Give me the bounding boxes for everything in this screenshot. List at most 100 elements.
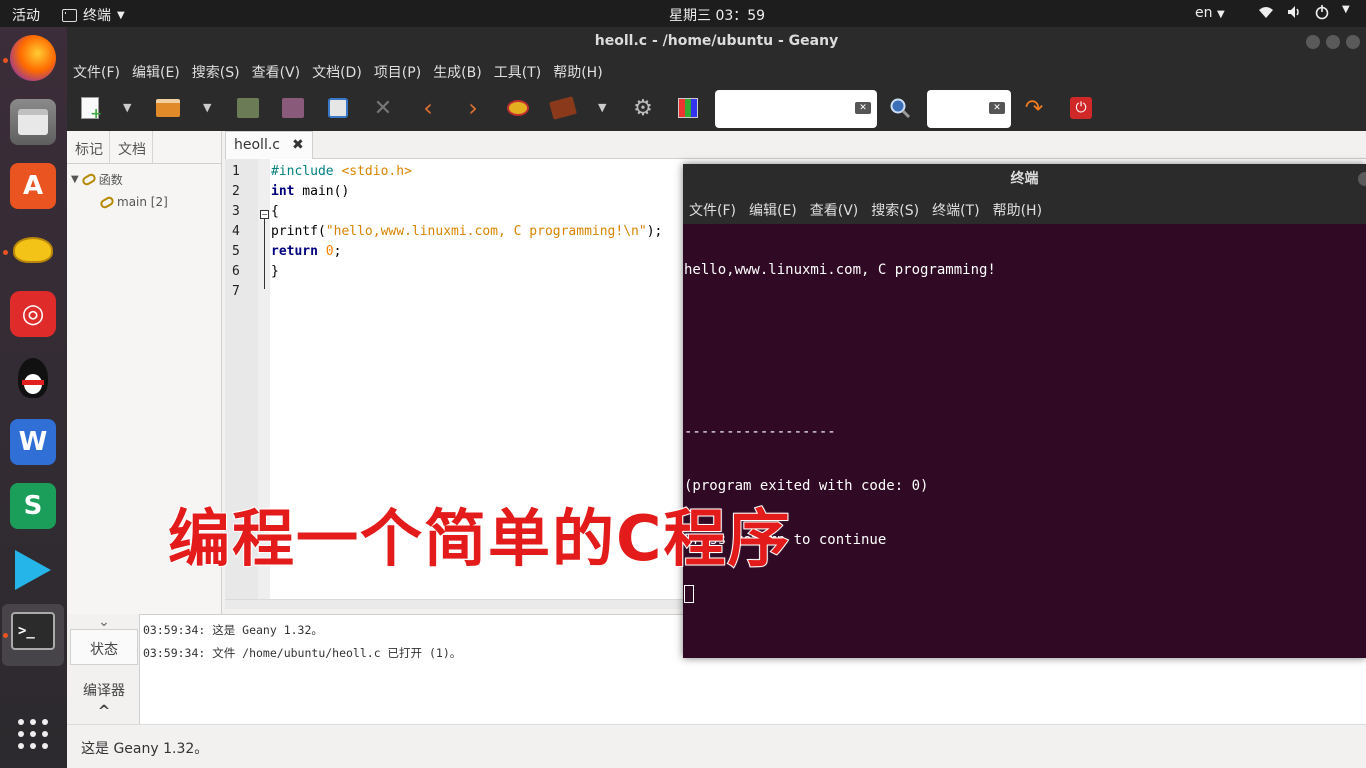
save-icon[interactable] [235, 95, 261, 121]
revert-icon[interactable] [325, 95, 351, 121]
fold-marker-icon[interactable]: − [260, 210, 269, 219]
wps-writer-icon[interactable]: W [10, 419, 56, 465]
tab-heoll-c[interactable]: heoll.c ✖ [225, 131, 313, 159]
terminal-window[interactable]: 终端 文件(F) 编辑(E) 查看(V) 搜索(S) 终端(T) 帮助(H) h… [683, 164, 1366, 658]
close-icon[interactable]: ✖ [292, 137, 304, 154]
code-token: { [271, 204, 279, 219]
forward-arrow-icon[interactable]: › [460, 94, 486, 122]
line-number: 7 [232, 284, 240, 299]
tab-symbols[interactable]: 标记 [67, 131, 110, 163]
qq-penguin-icon[interactable] [10, 355, 56, 401]
menu-file[interactable]: 文件(F) [689, 200, 736, 220]
terminal-line: ------------------ [684, 424, 836, 440]
menu-project[interactable]: 项目(P) [374, 62, 421, 82]
minimize-button[interactable] [1306, 35, 1320, 49]
terminal-output[interactable]: hello,www.linuxmi.com, C programming! --… [684, 225, 1366, 658]
open-file-icon[interactable] [155, 95, 181, 121]
search-input[interactable]: ✕ [715, 90, 877, 128]
wps-spreadsheets-icon[interactable]: S [10, 483, 56, 529]
chevron-down-icon: ▼ [1216, 9, 1225, 20]
firefox-icon[interactable] [10, 35, 56, 81]
menu-build[interactable]: 生成(B) [433, 62, 482, 82]
tab-compiler[interactable]: 编译器 [70, 672, 138, 700]
menu-edit[interactable]: 编辑(E) [749, 200, 797, 220]
code-line-4: printf("hello,www.linuxmi.com, C program… [271, 224, 662, 239]
menu-terminal[interactable]: 终端(T) [932, 200, 979, 220]
chevron-down-icon[interactable]: ⌄ [70, 614, 138, 630]
tab-status[interactable]: 状态 [70, 629, 138, 665]
netease-music-icon[interactable]: ◎ [10, 291, 56, 337]
chevron-down-icon[interactable]: ▼ [598, 101, 606, 114]
code-line-2: int main() [271, 184, 349, 199]
chevron-down-icon: ▼ [1342, 4, 1350, 15]
close-file-icon[interactable]: ✕ [370, 95, 396, 121]
tree-item-functions[interactable]: ▼ 函数 [71, 171, 123, 188]
function-symbol-icon [80, 172, 98, 187]
terminal-title: 终端 [1010, 171, 1039, 187]
software-store-icon[interactable]: A [10, 163, 56, 209]
close-button[interactable] [1346, 35, 1360, 49]
tree-item-label: main [2] [117, 195, 168, 209]
menu-view[interactable]: 查看(V) [810, 200, 859, 220]
running-indicator [3, 250, 8, 255]
close-button[interactable] [1358, 172, 1366, 186]
video-play-icon[interactable] [10, 547, 56, 593]
menu-search[interactable]: 搜索(S) [192, 62, 240, 82]
menu-help[interactable]: 帮助(H) [553, 62, 602, 82]
menu-help[interactable]: 帮助(H) [993, 200, 1042, 220]
activities-button[interactable]: 活动 [12, 5, 40, 25]
terminal-icon [62, 8, 77, 22]
search-icon[interactable] [887, 95, 913, 121]
geany-titlebar[interactable]: heoll.c - /home/ubuntu - Geany [67, 27, 1366, 57]
line-number: 1 [232, 164, 240, 179]
app-menu[interactable]: 终端 ▼ [62, 5, 125, 25]
language-selector[interactable]: en ▼ [1195, 5, 1225, 21]
maximize-button[interactable] [1326, 35, 1340, 49]
chevron-down-icon[interactable]: ▼ [203, 101, 211, 114]
terminal-icon[interactable]: >_ [11, 612, 55, 650]
clear-icon[interactable]: ✕ [855, 102, 871, 114]
menu-view[interactable]: 查看(V) [252, 62, 301, 82]
chevron-down-icon[interactable]: ▼ [123, 101, 131, 114]
window-controls [1306, 35, 1360, 49]
code-token: int [271, 184, 295, 199]
code-line-5: return 0; [271, 244, 341, 259]
clock[interactable]: 星期三 03：59 [669, 5, 765, 25]
goto-line-input[interactable]: ✕ [927, 90, 1011, 128]
menu-search[interactable]: 搜索(S) [871, 200, 919, 220]
terminal-titlebar[interactable]: 终端 [683, 164, 1366, 195]
line-number: 4 [232, 224, 240, 239]
geany-menubar: 文件(F) 编辑(E) 搜索(S) 查看(V) 文档(D) 项目(P) 生成(B… [67, 57, 1366, 87]
color-chooser-icon[interactable] [675, 95, 701, 121]
app-grid-icon[interactable] [10, 711, 56, 757]
terminal-menubar: 文件(F) 编辑(E) 查看(V) 搜索(S) 终端(T) 帮助(H) [683, 195, 1366, 224]
files-icon[interactable] [10, 99, 56, 145]
jump-to-line-icon[interactable]: ↷ [1021, 95, 1047, 121]
system-menu[interactable]: ▼ [1258, 4, 1350, 20]
tab-label: heoll.c [234, 137, 280, 153]
back-arrow-icon[interactable]: ‹ [415, 94, 441, 122]
overlay-caption: 编程一个简单的C程序 [167, 501, 792, 576]
message-line: 03:59:34: 这是 Geany 1.32。 [143, 623, 323, 637]
save-all-icon[interactable] [280, 95, 306, 121]
menu-file[interactable]: 文件(F) [73, 62, 120, 82]
build-icon[interactable] [549, 95, 577, 121]
running-indicator [3, 58, 8, 63]
tab-documents[interactable]: 文档 [110, 131, 153, 163]
menu-tools[interactable]: 工具(T) [494, 62, 541, 82]
compile-icon[interactable] [505, 95, 531, 121]
quit-icon[interactable]: ⏻ [1068, 95, 1094, 121]
horizontal-scrollbar[interactable] [225, 599, 745, 609]
volume-icon [1288, 6, 1299, 18]
menu-edit[interactable]: 编辑(E) [132, 62, 180, 82]
new-file-icon[interactable]: + [77, 95, 103, 122]
gear-icon[interactable]: ⚙ [630, 95, 656, 121]
clear-icon[interactable]: ✕ [989, 102, 1005, 114]
tree-item-main[interactable]: main [2] [98, 194, 168, 210]
genie-lamp-icon[interactable] [10, 227, 56, 273]
code-token: ); [646, 224, 663, 239]
menu-document[interactable]: 文档(D) [312, 62, 362, 82]
chevron-up-icon[interactable]: ^ [70, 702, 138, 720]
status-bar: 这是 Geany 1.32。 [67, 724, 1366, 768]
